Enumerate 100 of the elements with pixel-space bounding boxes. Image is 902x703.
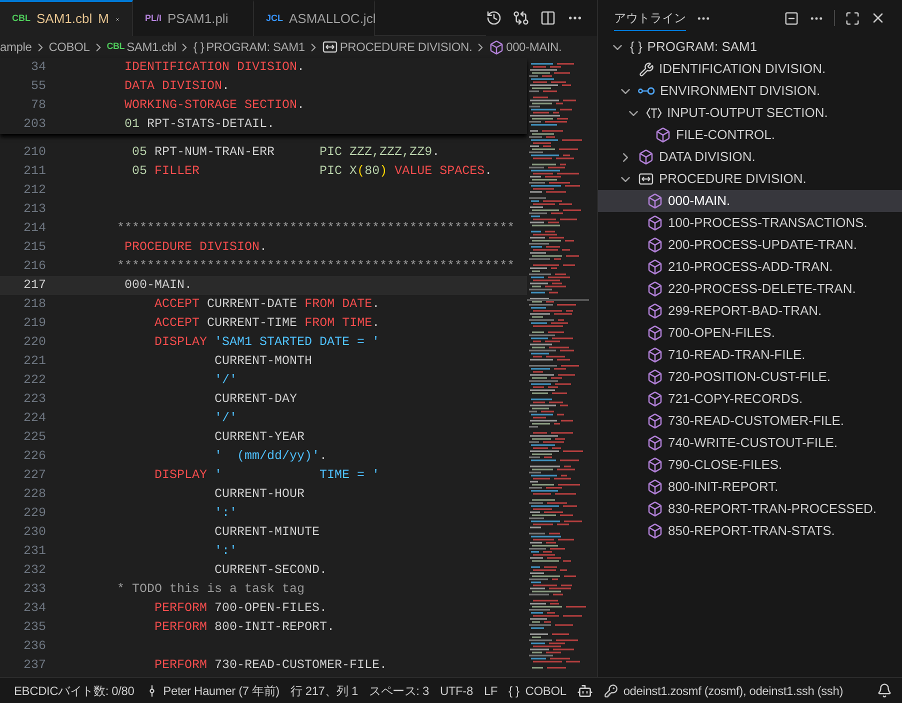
breadcrumb-item[interactable]: PROGRAM: SAM1 <box>206 38 305 56</box>
code-line: ACCEPT CURRENT-DATE FROM DATE. <box>154 296 380 314</box>
history-icon[interactable] <box>486 10 502 26</box>
line-number: 229 <box>22 505 46 522</box>
line-number: 218 <box>22 296 46 314</box>
line-number: 234 <box>22 600 46 618</box>
breadcrumb-item[interactable]: 000-MAIN. <box>506 38 562 56</box>
outline-item[interactable]: INPUT-OUTPUT SECTION. <box>598 102 902 124</box>
tab-label: ASMALLOC.jcl <box>289 10 376 28</box>
line-number: 225 <box>22 429 46 446</box>
outline-item[interactable]: 720-POSITION-CUST-FILE. <box>598 366 902 388</box>
code-line: CURRENT-MINUTE <box>214 524 320 542</box>
line-number: 212 <box>22 182 46 200</box>
outline-label: 100-PROCESS-TRANSACTIONS. <box>668 214 868 232</box>
cube-icon <box>638 149 654 165</box>
outline-label: 000-MAIN. <box>668 192 730 210</box>
line-number: 222 <box>22 372 46 390</box>
outline-item[interactable]: 740-WRITE-CUSTOUT-FILE. <box>598 432 902 454</box>
outline-label: 850-REPORT-TRAN-STATS. <box>668 522 835 540</box>
compare-icon[interactable] <box>513 10 529 26</box>
outline-label: 200-PROCESS-UPDATE-TRAN. <box>668 236 858 254</box>
outline-item[interactable]: IDENTIFICATION DIVISION. <box>598 58 902 80</box>
code-line: 01 RPT-STATS-DETAIL. <box>124 116 275 134</box>
line-number: 215 <box>22 239 46 256</box>
status-item[interactable]: UTF-8 <box>440 682 473 700</box>
section-icon <box>646 106 662 120</box>
outline-tab[interactable]: アウトライン <box>614 5 686 31</box>
outline-item[interactable]: 000-MAIN. <box>598 190 902 212</box>
line-number: 211 <box>22 163 46 180</box>
code-line: PERFORM 700-OPEN-FILES. <box>154 600 328 618</box>
outline-label: PROGRAM: SAM1 <box>647 38 758 56</box>
editor-tab[interactable]: CBL SAM1.cbl M <box>0 0 133 36</box>
line-number: 214 <box>22 220 46 238</box>
code-line: PERFORM 730-READ-CUSTOMER-FILE. <box>154 657 388 674</box>
outline-item[interactable]: 721-COPY-RECORDS. <box>598 388 902 410</box>
status-item[interactable]: EBCDICバイト数: 0/80 <box>14 682 134 700</box>
cube-icon <box>647 457 663 473</box>
cube-icon <box>647 347 663 363</box>
code-line: PROCEDURE DIVISION. <box>124 239 268 256</box>
outline-item[interactable]: 790-CLOSE-FILES. <box>598 454 902 476</box>
outline-item[interactable]: 830-REPORT-TRAN-PROCESSED. <box>598 498 902 520</box>
line-number: 55 <box>30 78 46 96</box>
outline-label: IDENTIFICATION DIVISION. <box>659 60 826 78</box>
outline-item[interactable]: DATA DIVISION. <box>598 146 902 168</box>
line-number: 228 <box>22 486 46 504</box>
code-line: ':' <box>214 543 238 560</box>
notification-bell-icon[interactable] <box>877 683 892 698</box>
file-type-label: CBL <box>106 40 125 54</box>
status-item[interactable]: LF <box>484 682 498 700</box>
code-line: 05 FILLER PIC X(80) VALUE SPACES. <box>131 163 492 180</box>
outline-label: 710-READ-TRAN-FILE. <box>668 346 806 364</box>
outline-item[interactable]: 220-PROCESS-DELETE-TRAN. <box>598 278 902 300</box>
outline-item[interactable]: 730-READ-CUSTOMER-FILE. <box>598 410 902 432</box>
line-number: 223 <box>22 391 46 408</box>
status-item[interactable]: スペース: 3 <box>368 682 429 700</box>
cube-icon <box>647 303 663 319</box>
breadcrumb-item[interactable]: SAM1.cbl <box>126 38 176 56</box>
code-line: DISPLAY ' TIME = ' <box>154 467 380 484</box>
outline-label: 220-PROCESS-DELETE-TRAN. <box>668 280 856 298</box>
maximize-icon[interactable] <box>845 10 860 26</box>
outline-item[interactable]: 200-PROCESS-UPDATE-TRAN. <box>598 234 902 256</box>
code-line: CURRENT-SECOND. <box>214 562 328 580</box>
outline-label: DATA DIVISION. <box>659 148 756 166</box>
line-number: 232 <box>22 562 46 580</box>
status-item[interactable]: Peter Haumer (7 年前) <box>163 682 280 700</box>
split-editor-icon[interactable] <box>540 10 556 26</box>
outline-item[interactable]: PROCEDURE DIVISION. <box>598 168 902 190</box>
outline-item[interactable]: 850-REPORT-TRAN-STATS. <box>598 520 902 542</box>
line-number: 230 <box>22 524 46 542</box>
outline-item[interactable]: 700-OPEN-FILES. <box>598 322 902 344</box>
breadcrumb-item[interactable]: ample <box>0 38 32 56</box>
file-type-label: PL/I <box>145 12 162 26</box>
status-item[interactable]: COBOL <box>525 682 566 700</box>
outline-item[interactable]: 800-INIT-REPORT. <box>598 476 902 498</box>
outline-item[interactable]: ENVIRONMENT DIVISION. <box>598 80 902 102</box>
outline-item[interactable]: 210-PROCESS-ADD-TRAN. <box>598 256 902 278</box>
line-number: 210 <box>22 144 46 162</box>
outline-item[interactable]: 299-REPORT-BAD-TRAN. <box>598 300 902 322</box>
tab-label: PSAM1.pli <box>168 10 228 28</box>
breadcrumb-item[interactable]: PROCEDURE DIVISION. <box>340 38 472 56</box>
status-item[interactable]: odeinst1.zosmf (zosmf), odeinst1.ssh (ssh) <box>623 682 843 700</box>
outline-label: 210-PROCESS-ADD-TRAN. <box>668 258 833 276</box>
outline-item[interactable]: 710-READ-TRAN-FILE. <box>598 344 902 366</box>
status-item[interactable]: 行 217、列 1 <box>290 682 358 700</box>
breadcrumb-item[interactable]: COBOL <box>48 38 90 56</box>
outline-item[interactable]: { } PROGRAM: SAM1 <box>598 36 902 58</box>
code-line: CURRENT-MONTH <box>214 353 312 370</box>
copilot-icon[interactable] <box>577 682 594 698</box>
outline-label: INPUT-OUTPUT SECTION. <box>667 104 828 122</box>
collapse-all-icon[interactable] <box>784 10 799 26</box>
cube-icon <box>647 435 663 451</box>
outline-item[interactable]: FILE-CONTROL. <box>598 124 902 146</box>
line-number: 235 <box>22 619 46 636</box>
line-number: 217 <box>22 277 46 294</box>
line-number: 78 <box>30 97 46 114</box>
outline-label: 740-WRITE-CUSTOUT-FILE. <box>668 434 838 452</box>
line-number: 221 <box>22 353 46 370</box>
code-line: ***************************************************** <box>116 220 515 238</box>
code-line: ':' <box>214 505 238 522</box>
outline-item[interactable]: 100-PROCESS-TRANSACTIONS. <box>598 212 902 234</box>
